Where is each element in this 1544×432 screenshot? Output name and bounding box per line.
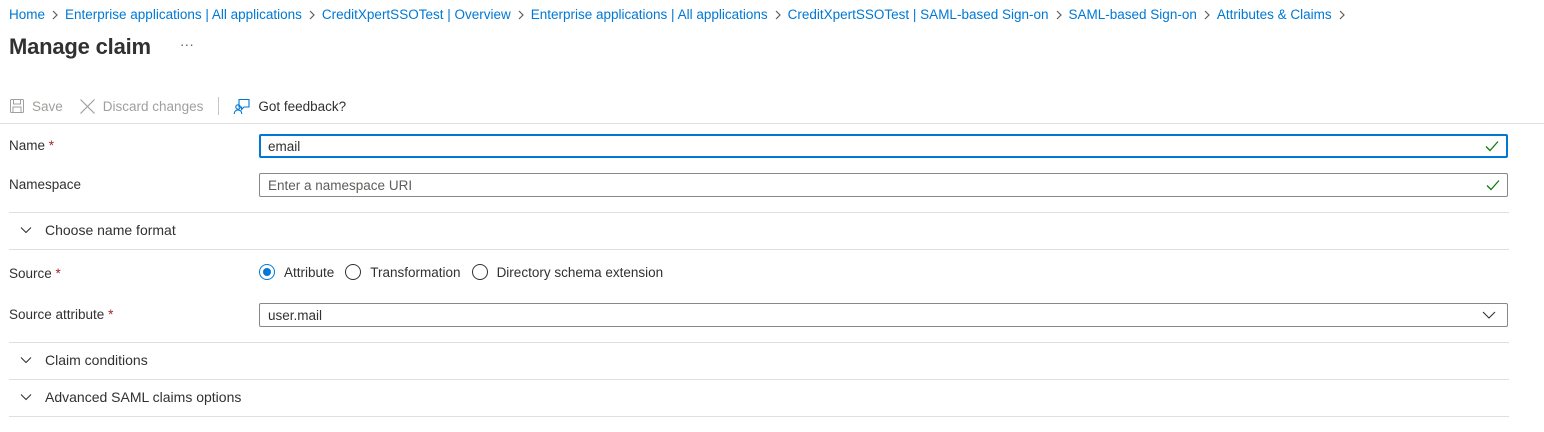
close-icon bbox=[79, 98, 96, 115]
advanced-saml-options-label: Advanced SAML claims options bbox=[45, 389, 242, 405]
breadcrumb-enterprise-applications-2[interactable]: Enterprise applications | All applicatio… bbox=[531, 7, 768, 22]
checkmark-icon bbox=[1480, 140, 1504, 152]
source-attribute-label-text: Source attribute bbox=[9, 307, 105, 322]
discard-changes-button[interactable]: Discard changes bbox=[79, 92, 204, 120]
name-input[interactable]: email bbox=[259, 134, 1508, 158]
chevron-down-icon bbox=[9, 393, 45, 401]
section-divider bbox=[9, 212, 1509, 213]
source-attribute-label: Source attribute * bbox=[9, 307, 113, 322]
chevron-down-icon bbox=[9, 226, 45, 234]
feedback-icon bbox=[233, 97, 251, 115]
source-option-transformation-label: Transformation bbox=[370, 264, 461, 280]
breadcrumb-saml-sign-on[interactable]: SAML-based Sign-on bbox=[1069, 7, 1197, 22]
checkmark-icon bbox=[1481, 179, 1505, 191]
namespace-placeholder: Enter a namespace URI bbox=[268, 177, 413, 193]
chevron-right-icon bbox=[1197, 7, 1217, 22]
name-label: Name * bbox=[9, 138, 54, 153]
save-button[interactable]: Save bbox=[9, 92, 63, 120]
advanced-saml-options-expander[interactable]: Advanced SAML claims options bbox=[9, 387, 241, 407]
chevron-right-icon bbox=[302, 7, 322, 22]
required-marker: * bbox=[108, 307, 114, 322]
breadcrumb-app-saml-sign-on[interactable]: CreditXpertSSOTest | SAML-based Sign-on bbox=[788, 7, 1049, 22]
breadcrumb-attributes-claims[interactable]: Attributes & Claims bbox=[1217, 7, 1332, 22]
chevron-right-icon bbox=[1049, 7, 1069, 22]
discard-changes-label: Discard changes bbox=[102, 98, 204, 114]
source-label: Source * bbox=[9, 266, 61, 281]
save-label: Save bbox=[32, 98, 63, 114]
source-radio-group: Attribute Transformation Directory schem… bbox=[259, 262, 674, 282]
toolbar-divider bbox=[0, 123, 1544, 124]
namespace-label: Namespace bbox=[9, 177, 81, 192]
chevron-right-icon bbox=[45, 7, 65, 22]
section-divider bbox=[9, 249, 1509, 250]
namespace-input[interactable]: Enter a namespace URI bbox=[259, 173, 1508, 197]
feedback-button[interactable]: Got feedback? bbox=[233, 92, 346, 120]
breadcrumb-home[interactable]: Home bbox=[9, 7, 45, 22]
source-label-text: Source bbox=[9, 266, 52, 281]
source-option-attribute-label: Attribute bbox=[284, 264, 335, 280]
breadcrumb: Home Enterprise applications | All appli… bbox=[9, 5, 1352, 23]
claim-conditions-label: Claim conditions bbox=[45, 352, 148, 368]
source-attribute-dropdown[interactable]: user.mail bbox=[259, 303, 1508, 327]
source-option-attribute[interactable]: Attribute bbox=[259, 264, 334, 280]
required-marker: * bbox=[48, 138, 55, 153]
name-input-value: email bbox=[268, 138, 301, 154]
chevron-down-icon bbox=[1477, 311, 1501, 319]
manage-claim-page: Home Enterprise applications | All appli… bbox=[0, 0, 1544, 432]
breadcrumb-enterprise-applications[interactable]: Enterprise applications | All applicatio… bbox=[65, 7, 302, 22]
more-options-button[interactable]: ··· bbox=[176, 35, 198, 53]
name-label-text: Name bbox=[9, 138, 46, 153]
section-divider bbox=[9, 416, 1509, 417]
toolbar-separator bbox=[218, 97, 220, 115]
breadcrumb-app-overview[interactable]: CreditXpertSSOTest | Overview bbox=[322, 7, 511, 22]
required-marker: * bbox=[55, 266, 61, 281]
source-option-directory-schema-extension-label: Directory schema extension bbox=[496, 264, 664, 280]
chevron-down-icon bbox=[9, 356, 45, 364]
name-format-label: Choose name format bbox=[45, 222, 176, 238]
source-attribute-value: user.mail bbox=[268, 307, 323, 323]
claim-conditions-expander[interactable]: Claim conditions bbox=[9, 350, 148, 370]
source-option-transformation[interactable]: Transformation bbox=[345, 264, 461, 280]
chevron-right-icon bbox=[511, 7, 531, 22]
page-title: Manage claim bbox=[9, 34, 151, 59]
section-divider bbox=[9, 379, 1509, 380]
feedback-label: Got feedback? bbox=[258, 98, 347, 114]
chevron-right-icon bbox=[768, 7, 788, 22]
name-format-expander[interactable]: Choose name format bbox=[9, 220, 176, 240]
source-option-directory-schema-extension[interactable]: Directory schema extension bbox=[471, 264, 664, 280]
radio-checked-icon bbox=[259, 264, 275, 280]
namespace-label-text: Namespace bbox=[9, 177, 82, 192]
radio-unchecked-icon bbox=[345, 264, 362, 280]
radio-unchecked-icon bbox=[471, 264, 488, 280]
title-row: Manage claim ··· bbox=[9, 30, 198, 64]
section-divider bbox=[9, 342, 1509, 343]
save-icon bbox=[9, 98, 25, 114]
chevron-right-icon bbox=[1332, 7, 1352, 22]
command-bar: Save Discard changes Got feedback? bbox=[9, 92, 346, 120]
